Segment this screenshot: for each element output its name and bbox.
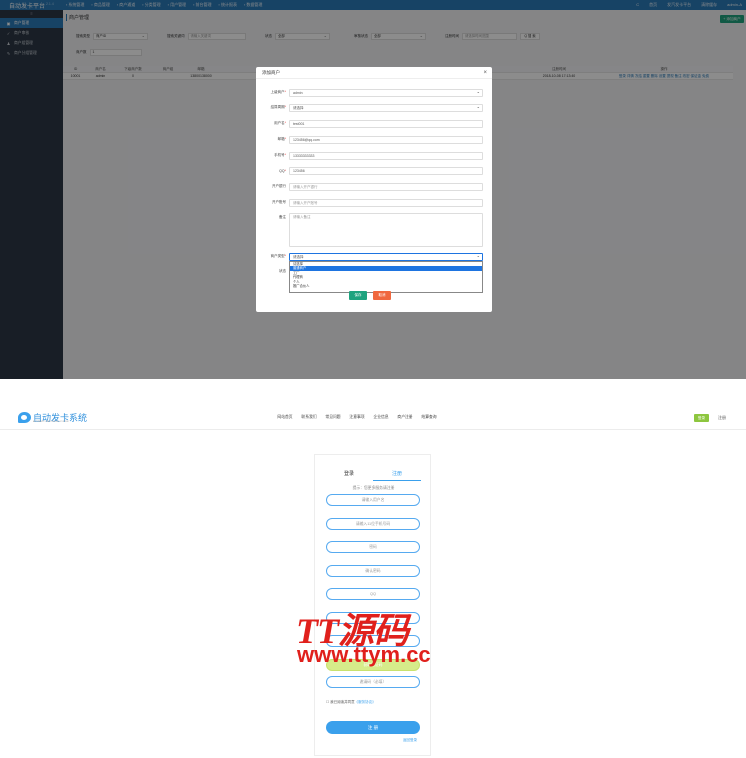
save-button[interactable]: 保存: [349, 291, 367, 300]
field-parent: 上级商户* admin: [256, 88, 492, 97]
tab-register[interactable]: 注册: [373, 468, 421, 481]
agree-row[interactable]: ☐ 我已阅读并同意《服务协议》: [326, 700, 376, 705]
field-label: QQ*: [279, 168, 286, 173]
password-input[interactable]: 密码: [326, 541, 420, 553]
agree-text: 我已阅读并同意: [330, 700, 355, 704]
field-label: 邮箱*: [277, 137, 286, 141]
nav-register[interactable]: 商户注册: [393, 415, 417, 420]
login-button[interactable]: 登录: [694, 414, 709, 422]
field-label: 手机号*: [274, 153, 286, 157]
register-button[interactable]: 注 册: [326, 721, 420, 734]
settle-cycle-select[interactable]: 请选择: [289, 103, 483, 112]
logo-icon: [18, 412, 31, 423]
close-icon[interactable]: ×: [483, 67, 487, 79]
field-remark: 备注 请输入备注: [256, 213, 492, 247]
username-input[interactable]: 请输入用户名: [326, 494, 420, 506]
phone-input[interactable]: 请输入11位手机号码: [326, 518, 420, 530]
nav-faq[interactable]: 常见问题: [321, 415, 345, 420]
nav-notes[interactable]: 注意事项: [345, 415, 369, 420]
qq-input[interactable]: 123456: [289, 166, 483, 175]
field-qq: QQ* 123456: [256, 166, 492, 175]
header-divider: [0, 429, 746, 430]
field-username: 用户名* test001: [256, 119, 492, 128]
modal-title: 添加商户: [262, 70, 280, 75]
field-label: 用户名*: [274, 121, 286, 125]
field-account: 开户账号 请输入开户账号: [256, 198, 492, 207]
remark-textarea[interactable]: 请输入备注: [289, 213, 483, 247]
nav-home[interactable]: 网站首页: [273, 415, 297, 420]
nav-settle-query[interactable]: 结算查询: [417, 415, 441, 420]
register-page: 自动发卡系统 AUTOMATIC CARD ISSUING SYSTEM 网站首…: [0, 379, 746, 758]
field-label: 结算周期*: [270, 105, 286, 109]
cancel-button[interactable]: 取消: [373, 291, 391, 300]
field-bank: 开户银行 请输入开户银行: [256, 182, 492, 191]
email-field[interactable]: 123456@qq.com: [289, 135, 483, 144]
username-input[interactable]: test001: [289, 119, 483, 128]
bank-input[interactable]: 请输入开户银行: [289, 182, 483, 191]
confirm-password-input[interactable]: 确认密码: [326, 565, 420, 577]
tab-login[interactable]: 登录: [325, 468, 373, 480]
auth-tabs: 登录 注册: [315, 468, 432, 481]
agree-checkbox[interactable]: ☐: [326, 700, 329, 704]
merchant-type-select[interactable]: 请选择: [289, 252, 483, 261]
field-label: 商户类型*: [270, 254, 286, 258]
field-type: 商户类型* 请选择: [256, 252, 492, 261]
site-logo[interactable]: 自动发卡系统 AUTOMATIC CARD ISSUING SYSTEM: [18, 411, 87, 424]
invite-code-input[interactable]: 邀请码（必填）: [326, 676, 420, 688]
merchant-type-dropdown: 请选择 普通商户 工厂 代理商 个人 推广合伙人: [289, 261, 483, 293]
qq-input[interactable]: QQ: [326, 588, 420, 600]
nav-company[interactable]: 企业信息: [369, 415, 393, 420]
field-email: 邮箱* 123456@qq.com: [256, 135, 492, 144]
field-label: 开户账号: [272, 200, 286, 204]
back-to-login-link[interactable]: 返回登录: [403, 738, 417, 743]
register-tip: 提示：您更多服务请注册: [352, 486, 395, 490]
phone-input[interactable]: 13333333333: [289, 151, 483, 160]
logo-subtitle: AUTOMATIC CARD ISSUING SYSTEM: [33, 421, 69, 423]
parent-merchant-select[interactable]: admin: [289, 88, 483, 97]
field-label: 状态: [279, 269, 286, 273]
field-label: 开户银行: [272, 184, 286, 188]
register-link[interactable]: 注册: [718, 415, 726, 421]
account-input[interactable]: 请输入开户账号: [289, 198, 483, 207]
terms-link[interactable]: 《服务协议》: [355, 700, 376, 704]
field-phone: 手机号* 13333333333: [256, 151, 492, 160]
watermark-url: www.ttym.cc: [297, 642, 431, 667]
site-nav: 网站首页 联系我们 常见问题 注意事项 企业信息 商户注册 结算查询: [273, 415, 441, 420]
field-settle: 结算周期* 请选择: [256, 103, 492, 112]
modal-header: 添加商户 ×: [256, 67, 492, 79]
field-label: 上级商户*: [270, 90, 286, 94]
field-label: 备注: [279, 215, 286, 219]
nav-contact[interactable]: 联系我们: [297, 415, 321, 420]
dropdown-option[interactable]: 推广合伙人: [290, 284, 482, 288]
